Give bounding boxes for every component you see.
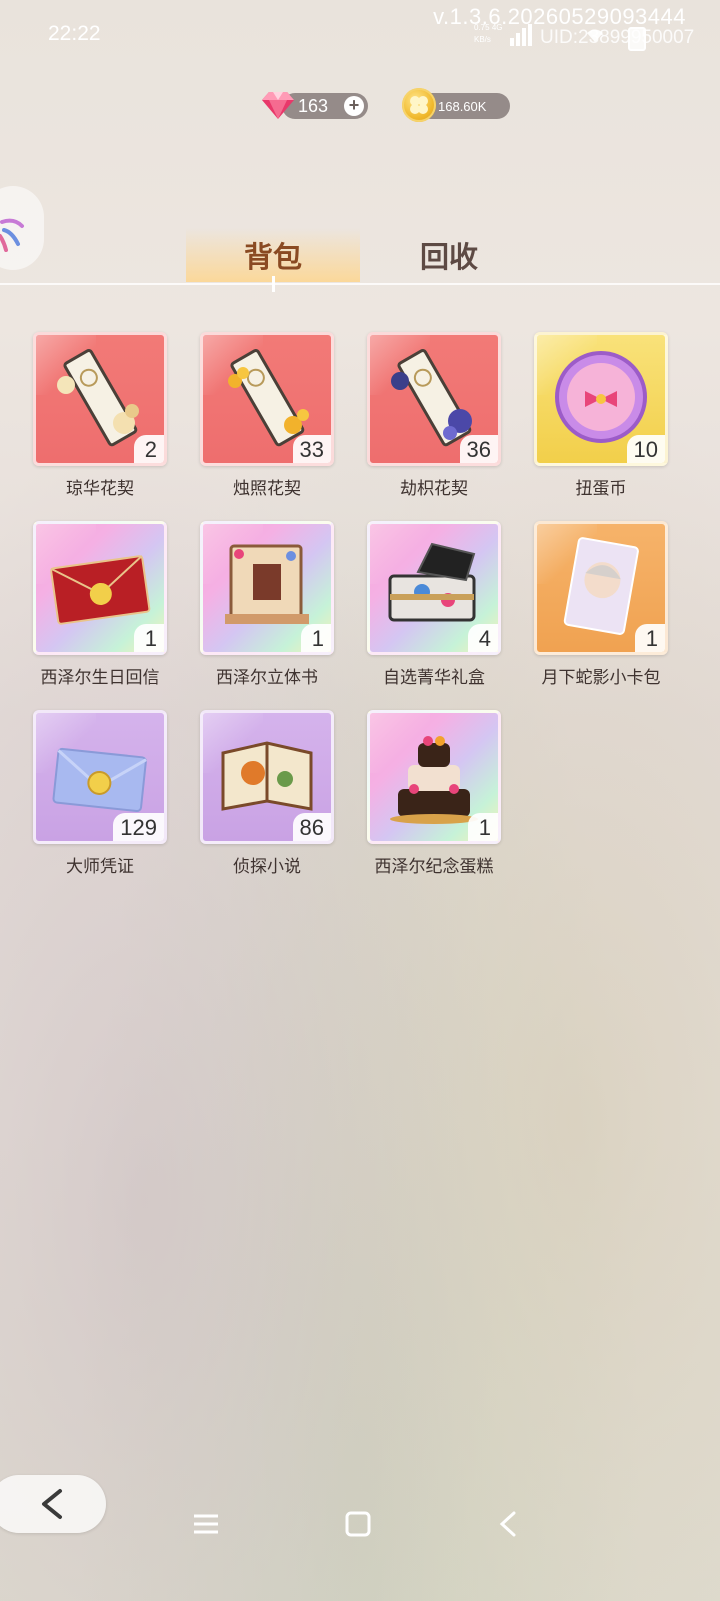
item-count: 4 (468, 624, 498, 652)
item-tile[interactable]: 1 (534, 521, 668, 655)
item-count: 1 (468, 813, 498, 841)
tab-backpack-label: 背包 (243, 240, 302, 274)
item-tile[interactable]: 1 (33, 521, 167, 655)
item-name: 自选菁华礼盒 (383, 668, 485, 688)
gem-icon (262, 92, 294, 119)
gem-counter: 163 + (262, 92, 368, 119)
item-count: 86 (292, 813, 331, 841)
home-icon[interactable] (344, 1510, 372, 1538)
item-name: 烛照花契 (233, 479, 301, 499)
item-tile[interactable]: 86 (200, 710, 334, 844)
item-tile[interactable]: 129 (33, 710, 167, 844)
item-name: 西泽尔纪念蛋糕 (374, 857, 494, 877)
item-tile[interactable]: 1 (367, 710, 501, 844)
network-speed: 0.75 4G KB/s (474, 22, 502, 46)
item-name: 劫枳花契 (400, 479, 468, 499)
net-unit: KB/s (474, 35, 491, 44)
item-count: 36 (459, 435, 498, 463)
item-slot[interactable]: 1 西泽尔纪念蛋糕 (367, 710, 501, 877)
item-name: 琼华花契 (66, 479, 134, 499)
item-count: 1 (134, 624, 164, 652)
tab-recycle-label: 回收 (419, 240, 478, 274)
item-name: 月下蛇影小卡包 (541, 668, 661, 688)
item-slot[interactable]: 4 自选菁华礼盒 (367, 521, 501, 688)
item-name: 扭蛋币 (575, 479, 627, 499)
wifi-icon (587, 29, 603, 42)
item-count: 2 (134, 435, 164, 463)
item-tile[interactable]: 1 (200, 521, 334, 655)
item-name: 侦探小说 (233, 857, 301, 877)
tab-bar: 背包 回收 (0, 200, 720, 292)
clock: 22:22 (48, 22, 101, 45)
net-speed-value: 0.75 (474, 23, 490, 32)
item-slot[interactable]: 1 西泽尔立体书 (200, 521, 334, 688)
coin-icon (402, 88, 436, 122)
item-name: 大师凭证 (66, 857, 134, 877)
item-slot[interactable]: 86 侦探小说 (200, 710, 334, 877)
signal-icon (510, 24, 532, 46)
item-tile[interactable]: 36 (367, 332, 501, 466)
uid-label: UID:23899950007 (540, 27, 695, 48)
battery-icon (628, 27, 646, 51)
item-count: 1 (301, 624, 331, 652)
coin-value: 168.60K (438, 98, 487, 114)
system-nav-bar (0, 1490, 720, 1560)
net-type: 4G (491, 23, 503, 32)
item-slot[interactable]: 129 大师凭证 (33, 710, 167, 877)
item-slot[interactable]: 36 劫枳花契 (367, 332, 501, 499)
gem-value: 163 (298, 95, 329, 116)
item-count: 129 (113, 813, 164, 841)
coin-counter: 168.60K (402, 88, 510, 122)
item-name: 西泽尔生日回信 (40, 668, 160, 688)
item-count: 1 (635, 624, 665, 652)
tab-divider (0, 283, 720, 285)
item-slot[interactable]: 33 烛照花契 (200, 332, 334, 499)
item-slot[interactable]: 2 琼华花契 (33, 332, 167, 499)
tab-indicator (272, 276, 275, 292)
item-tile[interactable]: 33 (200, 332, 334, 466)
item-tile[interactable]: 2 (33, 332, 167, 466)
item-count: 10 (626, 435, 665, 463)
item-tile[interactable]: 4 (367, 521, 501, 655)
tab-backpack[interactable]: 背包 (186, 228, 360, 282)
add-gems-button[interactable]: + (344, 96, 364, 116)
back-arrow-icon[interactable] (496, 1510, 524, 1538)
item-slot[interactable]: 1 西泽尔生日回信 (33, 521, 167, 688)
item-slot[interactable]: 1 月下蛇影小卡包 (534, 521, 668, 688)
item-tile[interactable]: 10 (534, 332, 668, 466)
menu-icon[interactable] (192, 1510, 220, 1538)
item-count: 33 (292, 435, 331, 463)
item-name: 西泽尔立体书 (216, 668, 318, 688)
status-bar: 22:22 v.1.3.6.20260529093444 0.75 4G KB/… (0, 0, 720, 60)
tab-recycle[interactable]: 回收 (374, 228, 524, 282)
item-slot[interactable]: 10 扭蛋币 (534, 332, 668, 499)
